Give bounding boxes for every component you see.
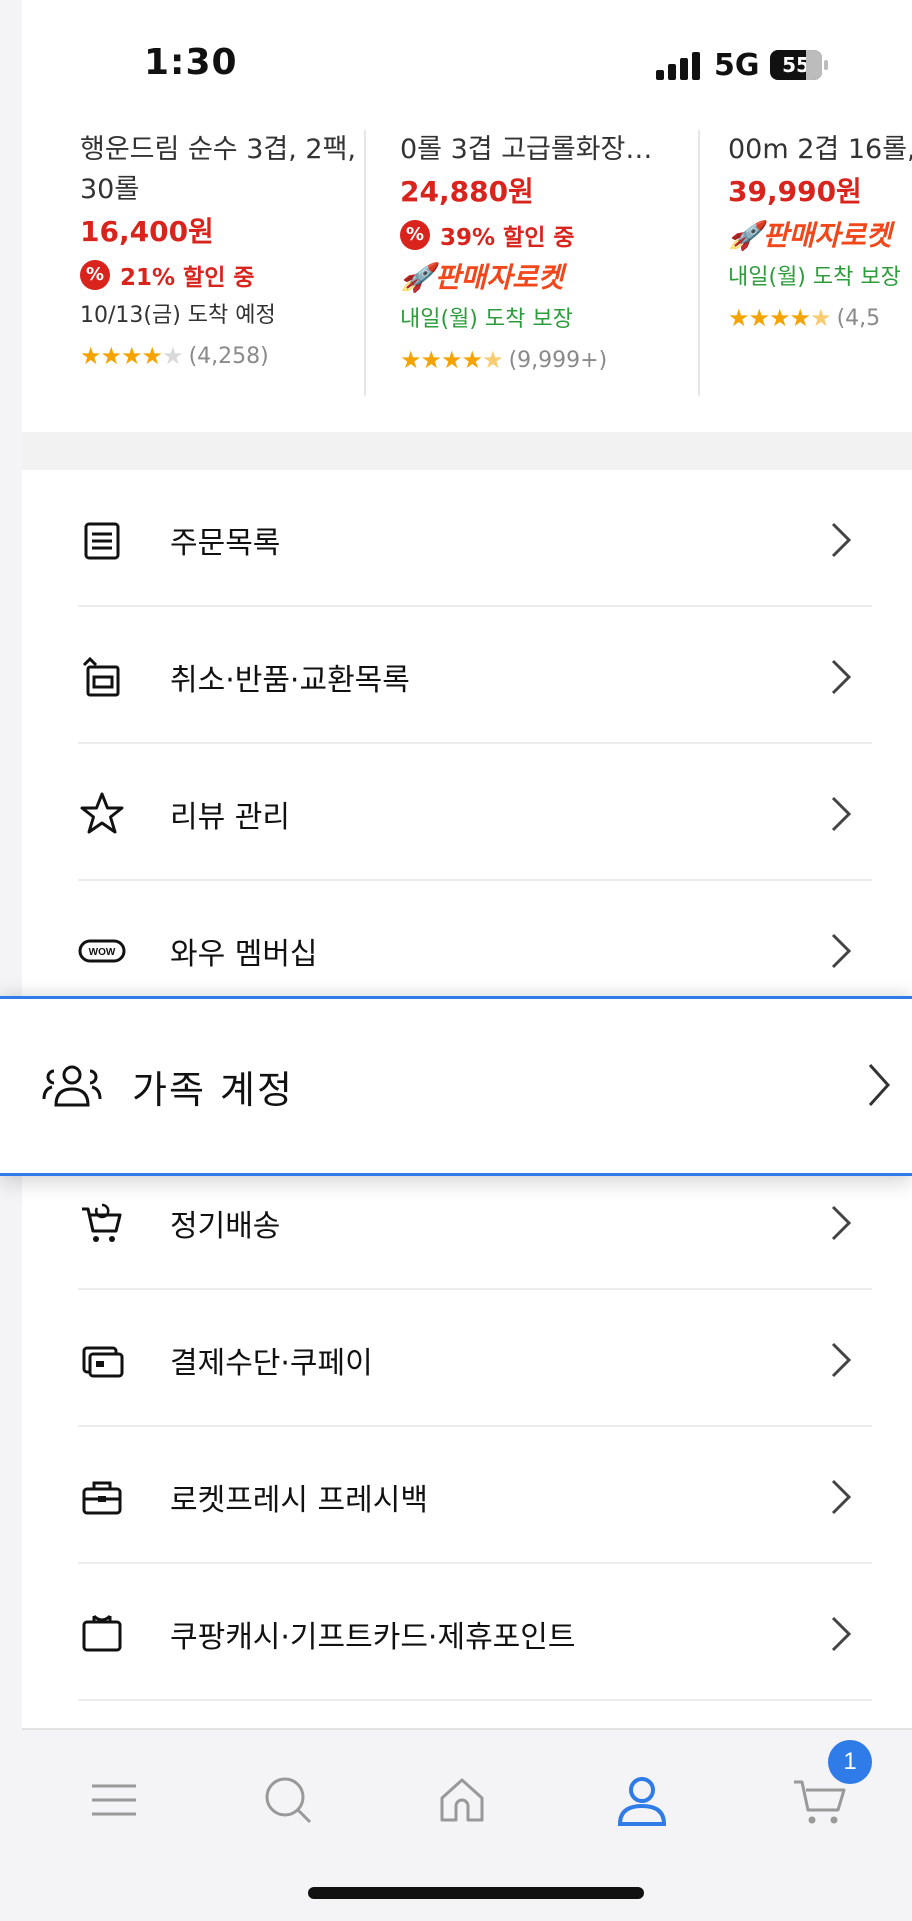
product-name: 행운드림 순수 3겹, 2팩, 30롤 bbox=[80, 134, 356, 205]
menu-item-returns[interactable]: 취소·반품·교환목록 bbox=[56, 607, 872, 744]
star-rating-icon: ★★★★★ bbox=[80, 342, 184, 370]
arrival-text: 내일(월) 도착 보장 bbox=[400, 307, 573, 332]
seller-rocket-badge: 🚀판매자로켓 bbox=[728, 219, 892, 252]
rating: ★★★★★ (4,5 bbox=[728, 298, 912, 338]
percent-icon: % bbox=[400, 220, 430, 250]
subscription-cart-icon bbox=[82, 1203, 122, 1242]
family-users-icon bbox=[42, 1065, 102, 1107]
app-screen: 1:30 5G 55 행운드림 순수 3겹, 2팩, 30롤 16,400원 %… bbox=[22, 0, 912, 1921]
chevron-right-icon bbox=[831, 796, 852, 832]
menu-label: 와우 멤버십 bbox=[170, 937, 318, 972]
star-rating-icon: ★★★★★ bbox=[728, 304, 832, 332]
arrival-text: 내일(월) 도착 보장 bbox=[728, 265, 901, 290]
product-price: 39,990원 bbox=[728, 175, 862, 208]
gift-card-icon bbox=[82, 1614, 122, 1652]
status-bar: 1:30 5G 55 bbox=[22, 0, 912, 120]
card-divider bbox=[364, 130, 366, 396]
seller-rocket-badge: 🚀판매자로켓 bbox=[400, 261, 564, 294]
chevron-right-icon bbox=[831, 659, 852, 695]
product-card[interactable]: 00m 2겹 16롤, 39,990원 🚀판매자로켓 내일(월) 도착 보장 ★… bbox=[698, 130, 912, 400]
network-label: 5G bbox=[714, 48, 760, 83]
chevron-right-icon bbox=[868, 1063, 891, 1107]
home-icon[interactable] bbox=[432, 1770, 492, 1830]
profile-icon[interactable] bbox=[612, 1770, 672, 1830]
discount-text: 21% 할인 중 bbox=[120, 265, 255, 291]
rating: ★★★★★ (4,258) bbox=[80, 336, 374, 376]
menu-label: 가족 계정 bbox=[132, 1068, 294, 1112]
rating-count: (9,999+) bbox=[508, 347, 608, 373]
chevron-right-icon bbox=[831, 933, 852, 969]
product-card[interactable]: 0롤 3겹 고급롤화장… 24,880원 % 39% 할인 중 🚀판매자로켓 내… bbox=[364, 130, 694, 400]
chevron-right-icon bbox=[831, 1342, 852, 1378]
chevron-right-icon bbox=[831, 1616, 852, 1652]
divider bbox=[78, 1699, 872, 1701]
menu-label: 결제수단·쿠페이 bbox=[170, 1346, 373, 1381]
menu-item-reviews[interactable]: 리뷰 관리 bbox=[56, 744, 872, 881]
section-gap bbox=[22, 432, 912, 470]
menu-label: 리뷰 관리 bbox=[170, 800, 290, 835]
star-rating-icon: ★★★★★ bbox=[400, 346, 504, 374]
payment-card-icon bbox=[82, 1346, 124, 1378]
discount-text: 39% 할인 중 bbox=[440, 225, 575, 251]
signal-icon bbox=[656, 52, 702, 80]
svg-text:WOW: WOW bbox=[89, 947, 116, 958]
rating: ★★★★★ (9,999+) bbox=[400, 340, 694, 380]
status-time: 1:30 bbox=[144, 42, 238, 83]
home-indicator bbox=[308, 1887, 644, 1899]
product-price: 16,400원 bbox=[80, 215, 214, 248]
chevron-right-icon bbox=[831, 1479, 852, 1515]
menu-label: 취소·반품·교환목록 bbox=[170, 663, 410, 698]
card-divider bbox=[698, 130, 700, 396]
percent-icon: % bbox=[80, 260, 110, 290]
menu-label: 쿠팡캐시·기프트카드·제휴포인트 bbox=[170, 1620, 576, 1655]
product-price: 24,880원 bbox=[400, 175, 534, 208]
battery-level: 55 bbox=[770, 50, 822, 80]
return-box-icon bbox=[82, 656, 120, 697]
cart-count-badge: 1 bbox=[828, 1740, 872, 1784]
recommended-products: 행운드림 순수 3겹, 2팩, 30롤 16,400원 % 21% 할인 중 1… bbox=[22, 130, 912, 400]
order-list-icon bbox=[84, 522, 120, 560]
menu-item-orders[interactable]: 주문목록 bbox=[56, 470, 872, 607]
chevron-right-icon bbox=[831, 522, 852, 558]
rocket-icon: 🚀 bbox=[728, 219, 763, 252]
menu-label: 로켓프레시 프레시백 bbox=[170, 1483, 428, 1518]
product-card[interactable]: 행운드림 순수 3겹, 2팩, 30롤 16,400원 % 21% 할인 중 1… bbox=[44, 130, 374, 400]
search-icon[interactable] bbox=[258, 1770, 318, 1830]
product-name: 0롤 3겹 고급롤화장… bbox=[400, 134, 653, 165]
menu-item-payment[interactable]: 결제수단·쿠페이 bbox=[56, 1290, 872, 1427]
discount-badge: % 21% 할인 중 bbox=[80, 254, 374, 296]
star-icon bbox=[80, 792, 124, 834]
rocket-icon: 🚀 bbox=[400, 261, 435, 294]
product-name: 00m 2겹 16롤, bbox=[728, 134, 912, 165]
rating-count: (4,5 bbox=[836, 305, 881, 331]
wow-badge-icon: WOW bbox=[78, 939, 126, 963]
menu-item-fresh-bag[interactable]: 로켓프레시 프레시백 bbox=[56, 1427, 872, 1564]
menu-label: 주문목록 bbox=[170, 526, 281, 561]
menu-icon[interactable] bbox=[84, 1770, 144, 1830]
rating-count: (4,258) bbox=[188, 343, 269, 369]
menu-item-family-account[interactable]: 가족 계정 bbox=[0, 996, 912, 1176]
discount-badge: % 39% 할인 중 bbox=[400, 214, 694, 256]
menu-label: 정기배송 bbox=[170, 1209, 281, 1244]
menu-item-cash[interactable]: 쿠팡캐시·기프트카드·제휴포인트 bbox=[56, 1564, 872, 1701]
fresh-bag-icon bbox=[82, 1481, 122, 1515]
battery-icon: 55 bbox=[770, 50, 828, 80]
chevron-right-icon bbox=[831, 1205, 852, 1241]
arrival-text: 10/13(금) 도착 예정 bbox=[80, 303, 276, 328]
